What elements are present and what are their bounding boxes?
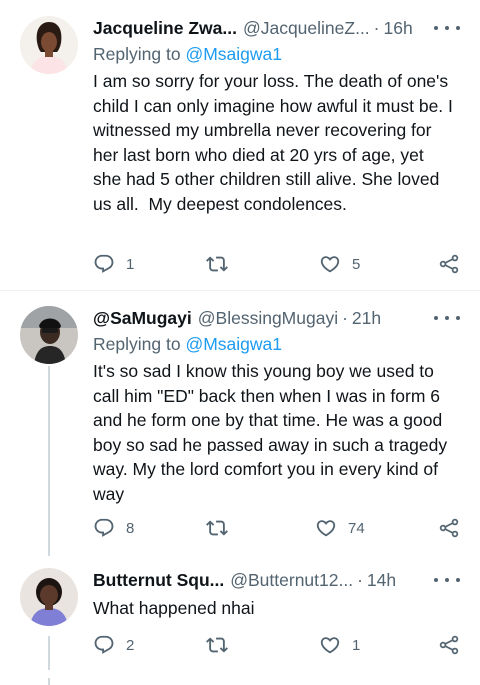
tweet[interactable]: Butternut Squ... @Butternut12... · 14h W… — [0, 556, 480, 685]
action-bar: 2 1 — [93, 634, 464, 658]
separator: · — [342, 307, 348, 328]
replying-label: Replying to — [93, 44, 181, 64]
tweet[interactable]: Jacqueline Zwa... @JacquelineZ... · 16h … — [0, 0, 480, 290]
avatar[interactable] — [20, 568, 78, 626]
action-bar: 1 5 — [93, 253, 464, 277]
user-handle[interactable]: @Butternut12... — [230, 570, 353, 591]
share-button[interactable] — [438, 634, 460, 656]
user-handle[interactable]: @JacquelineZ... — [243, 18, 370, 39]
share-button[interactable] — [438, 253, 460, 275]
retweet-icon — [206, 634, 228, 656]
retweet-icon — [206, 253, 228, 275]
mention-link[interactable]: @Msaigwa1 — [185, 44, 282, 64]
retweet-icon — [206, 517, 228, 539]
user-handle[interactable]: @BlessingMugayi — [198, 308, 338, 329]
replying-to: Replying to @Msaigwa1 — [93, 334, 464, 355]
reply-count: 8 — [126, 519, 135, 537]
share-icon — [438, 634, 460, 656]
separator: · — [373, 17, 380, 38]
reply-icon — [93, 253, 115, 275]
reply-count: 2 — [126, 636, 135, 654]
avatar[interactable] — [20, 16, 78, 74]
like-icon — [319, 634, 341, 656]
like-button[interactable]: 74 — [315, 517, 365, 539]
timestamp[interactable]: 21h — [352, 308, 381, 329]
reply-count: 1 — [126, 255, 135, 273]
tweet-text: It's so sad I know this young boy we use… — [93, 361, 452, 504]
reply-icon — [93, 517, 115, 539]
reply-icon — [93, 634, 115, 656]
replying-label: Replying to — [93, 334, 181, 354]
avatar[interactable] — [20, 306, 78, 364]
reply-button[interactable]: 1 — [93, 253, 134, 275]
reply-button[interactable]: 8 — [93, 517, 134, 539]
display-name[interactable]: @SaMugayi — [93, 308, 192, 329]
share-button[interactable] — [438, 517, 460, 539]
display-name[interactable]: Jacqueline Zwa... — [93, 18, 237, 39]
like-icon — [315, 517, 337, 539]
like-button[interactable]: 1 — [319, 634, 360, 656]
retweet-button[interactable] — [206, 517, 239, 539]
tweet[interactable]: @SaMugayi @BlessingMugayi · 21h Replying… — [0, 291, 480, 551]
display-name[interactable]: Butternut Squ... — [93, 570, 224, 591]
like-icon — [319, 253, 341, 275]
share-icon — [438, 517, 460, 539]
like-count: 74 — [348, 519, 365, 537]
mention-link[interactable]: @Msaigwa1 — [185, 334, 282, 354]
timestamp[interactable]: 14h — [367, 570, 396, 591]
retweet-button[interactable] — [206, 253, 239, 275]
like-count: 5 — [352, 255, 361, 273]
like-count: 1 — [352, 636, 361, 654]
like-button[interactable]: 5 — [319, 253, 360, 275]
separator: · — [357, 569, 363, 590]
tweet-header: Butternut Squ... @Butternut12... · 14h — [93, 568, 464, 592]
action-bar: 8 74 — [93, 517, 464, 541]
timestamp[interactable]: 16h — [384, 18, 413, 39]
share-icon — [438, 253, 460, 275]
replying-to: Replying to @Msaigwa1 — [93, 44, 464, 65]
tweet-header: Jacqueline Zwa... @JacquelineZ... · 16h — [93, 16, 464, 40]
retweet-button[interactable] — [206, 634, 239, 656]
tweet-text: I am so sorry for your loss. The death o… — [93, 71, 458, 214]
tweet-header: @SaMugayi @BlessingMugayi · 21h — [93, 306, 464, 330]
tweet-text: What happened nhai — [93, 598, 255, 618]
reply-button[interactable]: 2 — [93, 634, 134, 656]
